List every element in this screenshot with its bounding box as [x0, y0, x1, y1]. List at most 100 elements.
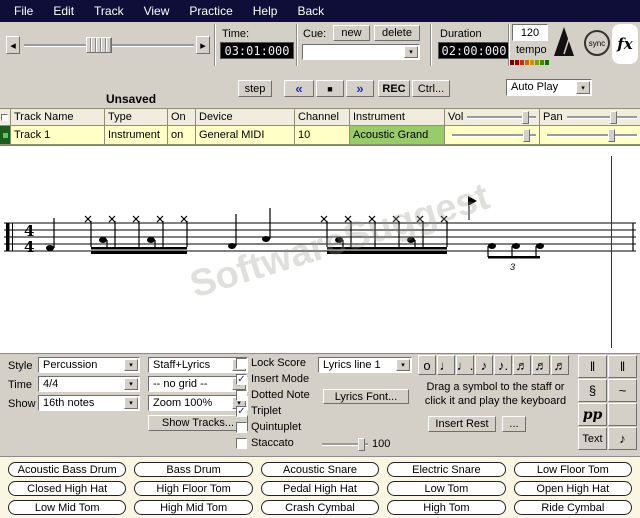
- note-duration-select[interactable]: 16th notes ▾: [38, 395, 140, 411]
- menu-edit[interactable]: Edit: [43, 1, 84, 21]
- drum-pad-button[interactable]: Pedal High Hat: [261, 481, 379, 496]
- checkbox-quintuplet[interactable]: Quintuplet: [236, 421, 301, 433]
- zoom-select[interactable]: Zoom 100% ▾: [148, 395, 248, 411]
- segno-symbol-icon[interactable]: §: [578, 379, 607, 402]
- menu-view[interactable]: View: [134, 1, 180, 21]
- drum-pad-button[interactable]: High Tom: [387, 500, 505, 515]
- track-instrument-cell[interactable]: Acoustic Grand: [350, 126, 445, 145]
- checkbox-insert-mode[interactable]: ✓Insert Mode: [236, 373, 309, 385]
- grid-select[interactable]: -- no grid -- ▾: [148, 376, 248, 392]
- chevron-down-icon[interactable]: ▾: [576, 81, 590, 94]
- menu-track[interactable]: Track: [84, 1, 134, 21]
- sixteenth-note-icon[interactable]: ♬: [513, 355, 531, 375]
- drum-pad-button[interactable]: Electric Snare: [387, 462, 505, 477]
- sync-button[interactable]: sync: [584, 30, 610, 56]
- checkbox-box[interactable]: [236, 438, 247, 449]
- note-symbol-icon[interactable]: ♪: [608, 427, 637, 450]
- scroll-left-button[interactable]: ◂: [6, 36, 20, 54]
- text-button[interactable]: Text: [578, 427, 607, 450]
- eighth-note-icon[interactable]: ♪: [475, 355, 493, 375]
- beamed-notes-icon[interactable]: ♬: [551, 355, 569, 375]
- lyrics-font-button[interactable]: Lyrics Font...: [323, 389, 409, 404]
- checkbox-dotted-note[interactable]: Dotted Note: [236, 389, 310, 401]
- checkbox-box[interactable]: [236, 358, 247, 369]
- dotted-eighth-note-icon[interactable]: ♪.: [494, 355, 512, 375]
- layout-select[interactable]: Staff+Lyrics ▾: [148, 357, 248, 373]
- track-pan-cell[interactable]: [540, 126, 640, 145]
- track-pan-slider[interactable]: [547, 129, 637, 142]
- thirtysecond-note-icon[interactable]: ♬: [532, 355, 550, 375]
- scroll-right-button[interactable]: ▸: [196, 36, 210, 54]
- drum-pad-button[interactable]: Ride Cymbal: [514, 500, 632, 515]
- menu-file[interactable]: File: [4, 1, 43, 21]
- show-tracks-button[interactable]: Show Tracks...: [148, 415, 248, 431]
- chevron-down-icon[interactable]: ▾: [404, 46, 418, 58]
- menu-help[interactable]: Help: [243, 1, 288, 21]
- track-name-cell[interactable]: Track 1: [11, 126, 105, 145]
- drum-pad-button[interactable]: Bass Drum: [134, 462, 252, 477]
- track-vol-cell[interactable]: [445, 126, 540, 145]
- checkbox-staccato[interactable]: Staccato: [236, 437, 294, 449]
- track-active-indicator[interactable]: [0, 126, 11, 145]
- stop-button[interactable]: ■: [316, 80, 344, 97]
- insert-rest-button[interactable]: Insert Rest: [428, 416, 496, 432]
- chevron-down-icon[interactable]: ▾: [124, 397, 138, 409]
- metronome-icon[interactable]: [552, 26, 576, 61]
- tempo-input[interactable]: 120: [512, 24, 548, 41]
- chevron-down-icon[interactable]: ▾: [396, 359, 410, 371]
- barline-symbol-icon[interactable]: ‖: [578, 355, 607, 378]
- drum-pad-button[interactable]: High Mid Tom: [134, 500, 252, 515]
- vol-header-slider[interactable]: [467, 111, 536, 124]
- chevron-down-icon[interactable]: ▾: [124, 378, 138, 390]
- slider-thumb[interactable]: [522, 111, 529, 124]
- dotted-quarter-note-icon[interactable]: ♩.: [456, 355, 474, 375]
- style-select[interactable]: Percussion ▾: [38, 357, 140, 373]
- position-slider-thumb[interactable]: [86, 37, 112, 53]
- slider-thumb[interactable]: [608, 129, 615, 142]
- more-rests-button[interactable]: ...: [502, 416, 526, 432]
- track-channel-cell[interactable]: 10: [295, 126, 350, 145]
- checkbox-box[interactable]: [236, 422, 247, 433]
- slider-thumb[interactable]: [523, 129, 530, 142]
- checkbox-box[interactable]: [236, 390, 247, 401]
- drum-pad-button[interactable]: Low Mid Tom: [8, 500, 126, 515]
- checkbox-box[interactable]: ✓: [236, 374, 247, 385]
- select-all-box[interactable]: [1, 114, 8, 121]
- track-vol-slider[interactable]: [452, 129, 536, 142]
- pan-header-slider[interactable]: [567, 111, 637, 124]
- delete-cue-button[interactable]: delete: [374, 25, 420, 41]
- half-note-icon[interactable]: o: [418, 355, 436, 375]
- autoplay-select[interactable]: Auto Play ▾: [506, 79, 592, 96]
- play-forward-button[interactable]: »: [346, 80, 374, 97]
- checkbox-lock-score[interactable]: Lock Score: [236, 357, 306, 369]
- double-barline-symbol-icon[interactable]: ‖: [608, 355, 637, 378]
- drum-pad-button[interactable]: Low Tom: [387, 481, 505, 496]
- step-button[interactable]: step: [238, 80, 272, 97]
- chevron-down-icon[interactable]: ▾: [124, 359, 138, 371]
- menu-back[interactable]: Back: [287, 1, 334, 21]
- drum-pad-button[interactable]: Acoustic Snare: [261, 462, 379, 477]
- cue-select[interactable]: ▾: [302, 44, 420, 60]
- drum-pad-button[interactable]: Acoustic Bass Drum: [8, 462, 126, 477]
- rec-button[interactable]: REC: [378, 80, 410, 97]
- lyrics-line-select[interactable]: Lyrics line 1 ▾: [318, 357, 412, 373]
- drum-pad-button[interactable]: High Floor Tom: [134, 481, 252, 496]
- track-row[interactable]: Track 1 Instrument on General MIDI 10 Ac…: [0, 126, 640, 145]
- track-on-cell[interactable]: on: [168, 126, 196, 145]
- menu-practice[interactable]: Practice: [179, 1, 242, 21]
- drum-pad-button[interactable]: Open High Hat: [514, 481, 632, 496]
- score-editor[interactable]: 4 4: [0, 145, 640, 353]
- drum-pad-button[interactable]: Closed High Hat: [8, 481, 126, 496]
- new-cue-button[interactable]: new: [333, 25, 370, 41]
- checkbox-box[interactable]: ✓: [236, 406, 247, 417]
- time-signature-select[interactable]: 4/4 ▾: [38, 376, 140, 392]
- trill-symbol-icon[interactable]: ~: [608, 379, 637, 402]
- staccato-slider-thumb[interactable]: [358, 438, 365, 451]
- drum-pad-button[interactable]: Low Floor Tom: [514, 462, 632, 477]
- empty-symbol-cell[interactable]: [608, 403, 637, 426]
- quarter-note-icon[interactable]: ♩: [437, 355, 455, 375]
- track-type-cell[interactable]: Instrument: [105, 126, 168, 145]
- slider-thumb[interactable]: [610, 111, 617, 124]
- dynamics-pp-icon[interactable]: pp: [578, 403, 607, 426]
- drum-pad-button[interactable]: Crash Cymbal: [261, 500, 379, 515]
